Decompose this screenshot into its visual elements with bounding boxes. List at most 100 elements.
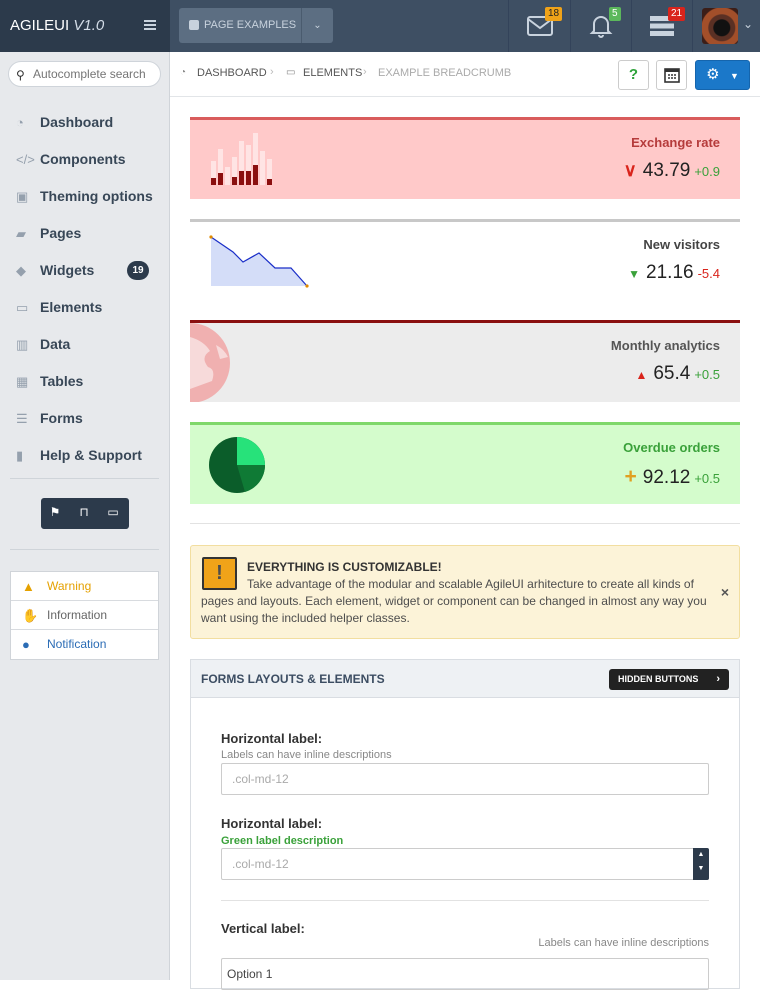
sidebar-item-theming-options[interactable]: ▣ Theming options (0, 178, 170, 215)
alert-title: EVERYTHING IS CUSTOMIZABLE! (247, 560, 442, 574)
spinner-input[interactable]: .col-md-12 ▲ ▼ (221, 848, 709, 880)
spinner-up-icon[interactable]: ▲ (693, 848, 709, 862)
close-icon[interactable]: × (721, 584, 729, 600)
field-label: Horizontal label: (221, 816, 323, 831)
notification-list: ▲ Warning ✋ Information ● Notification (10, 571, 159, 660)
sidebar-item-pages[interactable]: ▰ Pages (0, 215, 170, 252)
settings-dropdown-button[interactable]: ⚙ ▼ (695, 60, 750, 90)
tile-title: Monthly analytics (610, 338, 720, 353)
notifications-button[interactable]: 5 (570, 0, 631, 52)
field-description: Labels can have inline descriptions (221, 749, 392, 761)
breadcrumb-elements[interactable]: ELEMENTS (303, 67, 362, 79)
sidebar-item-elements[interactable]: ▭ Elements (0, 289, 170, 326)
calendar-icon (663, 68, 680, 83)
pie-sparkline (209, 437, 266, 493)
inbox-icon[interactable]: ⊓ (76, 505, 92, 521)
checkbox-icon (189, 20, 199, 30)
overdue-orders-tile: Overdue orders +92.12 +0.5 (190, 422, 740, 504)
breadcrumb-separator-icon: › (363, 66, 367, 78)
panel-title: FORMS LAYOUTS & ELEMENTS (201, 672, 385, 686)
question-icon: ? (628, 66, 639, 83)
divider (190, 523, 740, 524)
sidebar-item-label: Dashboard (40, 114, 114, 130)
tasks-button[interactable]: 21 (631, 0, 692, 52)
alert-text: Take advantage of the modular and scalab… (201, 577, 707, 625)
tile-title: Overdue orders (623, 440, 720, 455)
spinner-down-icon[interactable]: ▼ (693, 862, 709, 876)
tile-value-row: ▲ 65.4 +0.5 (635, 363, 720, 385)
comments-icon: ● (22, 637, 30, 652)
laptop-icon: ▭ (16, 300, 29, 315)
sidebar-item-label: Tables (40, 373, 84, 389)
brand-name: AGILEUI (10, 17, 70, 34)
sidebar-item-components[interactable]: </> Components (0, 141, 170, 178)
information-label: Information (47, 608, 108, 622)
sidebar-item-label: Theming options (40, 188, 153, 204)
laptop-icon: ▭ (286, 67, 296, 78)
search-input[interactable] (33, 66, 157, 82)
plus-icon: + (624, 465, 637, 488)
avatar[interactable] (702, 8, 738, 44)
bar-chart-icon: ▥ (16, 337, 29, 352)
sidebar-item-dashboard[interactable]: ◔ Dashboard (0, 104, 170, 141)
new-visitors-tile: New visitors ▼ 21.16 -5.4 (190, 219, 740, 301)
monthly-analytics-tile: Monthly analytics ▲ 65.4 +0.5 (190, 320, 740, 402)
exchange-rate-tile: Exchange rate ∨ 43.79 +0.9 (190, 117, 740, 199)
tile-delta: +0.5 (694, 471, 720, 486)
sidebar-item-widgets[interactable]: ◆ Widgets 19 (0, 252, 170, 289)
warning-item[interactable]: ▲ Warning (11, 572, 158, 601)
divider (10, 549, 159, 550)
top-bar: AGILEUI V1.0 PAGE EXAMPLES ⌄ 18 5 21 ⌄ (0, 0, 760, 52)
messages-badge: 18 (545, 7, 563, 21)
notification-item[interactable]: ● Notification (11, 630, 158, 659)
folder-icon: ▰ (16, 226, 26, 241)
search-box[interactable]: ⚲ (8, 61, 161, 87)
breadcrumb-bar: ◔ DASHBOARD › ▭ ELEMENTS › EXAMPLE BREAD… (170, 52, 760, 97)
notifications-badge: 5 (609, 7, 621, 21)
tasks-badge: 21 (668, 7, 686, 21)
select-input[interactable]: Option 1 (221, 958, 709, 990)
hdd-icon[interactable]: ▭ (105, 505, 121, 521)
calendar-button[interactable] (656, 60, 687, 90)
sidebar-item-tables[interactable]: ▦ Tables (0, 363, 170, 400)
menu-toggle-icon[interactable] (144, 20, 156, 32)
flag-icon[interactable]: ⚑ (47, 505, 63, 521)
sidebar-item-label: Pages (40, 225, 82, 241)
chevron-right-icon: › (716, 673, 720, 685)
chevron-down-icon[interactable]: ⌄ (743, 17, 753, 31)
tile-delta: +0.9 (694, 164, 720, 179)
help-button[interactable]: ? (618, 60, 649, 90)
thumbs-up-icon: ✋ (22, 608, 39, 623)
gear-icon: ⚙ (706, 66, 720, 83)
book-icon: ▮ (16, 448, 24, 463)
line-sparkline (209, 235, 309, 288)
globe-icon (190, 323, 232, 402)
page-examples-dropdown[interactable]: PAGE EXAMPLES ⌄ (179, 8, 333, 43)
breadcrumb-separator-icon: › (270, 66, 274, 78)
sidebar-item-data[interactable]: ▥ Data (0, 326, 170, 363)
dashboard-icon: ◔ (180, 67, 187, 78)
tile-delta: +0.5 (694, 367, 720, 382)
information-item[interactable]: ✋ Information (11, 601, 158, 630)
tile-value: 21.16 (646, 262, 694, 283)
sidebar-item-help-support[interactable]: ▮ Help & Support (0, 437, 170, 474)
warning-icon: ▲ (22, 579, 35, 594)
field-label: Vertical label: (221, 921, 305, 936)
breadcrumb-dashboard[interactable]: DASHBOARD (197, 67, 267, 79)
info-alert: ! EVERYTHING IS CUSTOMIZABLE! Take advan… (190, 545, 740, 639)
hidden-buttons-button[interactable]: HIDDEN BUTTONS › (609, 669, 729, 690)
tile-value-row: ∨ 43.79 +0.9 (624, 160, 720, 182)
spinner-control[interactable]: ▲ ▼ (693, 848, 709, 880)
page-examples-label: PAGE EXAMPLES (204, 19, 297, 31)
chevron-down-icon[interactable]: ⌄ (301, 8, 333, 43)
widgets-count-badge: 19 (127, 261, 149, 280)
text-input[interactable]: .col-md-12 (221, 763, 709, 795)
divider (10, 478, 159, 479)
user-menu[interactable]: ⌄ (692, 0, 760, 52)
tile-value: 43.79 (642, 160, 691, 181)
sidebar-item-label: Elements (40, 299, 103, 315)
messages-button[interactable]: 18 (508, 0, 570, 52)
sidebar-item-forms[interactable]: ☰ Forms (0, 400, 170, 437)
hidden-buttons-label: HIDDEN BUTTONS (618, 674, 699, 684)
divider (221, 900, 709, 901)
